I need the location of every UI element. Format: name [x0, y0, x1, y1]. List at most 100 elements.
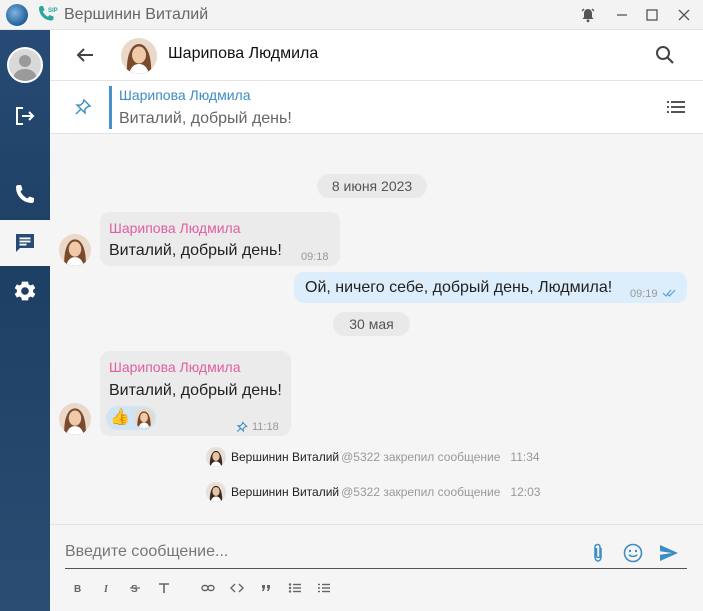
reaction-chip[interactable]: 👍 — [106, 406, 156, 430]
system-action: @5322 закрепил сообщение — [341, 485, 501, 499]
list-icon — [667, 101, 685, 113]
system-author: Вершинин Виталий — [231, 450, 340, 464]
minimize-button[interactable] — [612, 5, 632, 25]
minimize-icon — [617, 14, 627, 16]
sip-badge: SIP — [48, 8, 58, 14]
link-icon — [201, 584, 215, 592]
contact-avatar[interactable] — [121, 38, 157, 74]
contact-name: Шарипова Людмила — [168, 45, 319, 62]
maximize-icon — [646, 9, 658, 21]
sip-phone-icon: SIP — [36, 5, 58, 25]
system-time: 11:34 — [510, 450, 540, 464]
bold-icon: B — [74, 584, 81, 594]
message-time: 11:18 — [252, 421, 279, 433]
sender-avatar[interactable] — [59, 403, 91, 435]
message-text: Виталий, добрый день! — [109, 382, 282, 399]
emoji-button[interactable] — [622, 542, 644, 564]
system-avatar — [206, 482, 226, 502]
user-avatar-icon — [9, 49, 41, 81]
pinned-list-button[interactable] — [666, 98, 686, 116]
sidebar-item-calls[interactable] — [0, 171, 50, 217]
message-author: Шарипова Людмила — [109, 220, 241, 236]
outgoing-message[interactable]: Ой, ничего себе, добрый день, Людмила! 0… — [294, 272, 687, 303]
maximize-button[interactable] — [642, 5, 662, 25]
pinned-message-bar[interactable]: Шарипова Людмила Виталий, добрый день! — [50, 81, 703, 134]
system-action: @5322 закрепил сообщение — [341, 450, 501, 464]
system-time: 12:03 — [510, 485, 541, 499]
app-logo-icon — [6, 4, 28, 26]
code-icon — [230, 583, 244, 593]
logout-button[interactable] — [0, 93, 50, 139]
sidebar-item-chats[interactable] — [0, 220, 50, 266]
search-button[interactable] — [654, 44, 676, 66]
back-button[interactable] — [74, 44, 96, 66]
thumbs-up-icon: 👍 — [110, 409, 130, 426]
quote-button[interactable] — [259, 581, 273, 595]
italic-button[interactable]: I — [100, 581, 114, 595]
system-avatar — [206, 447, 226, 467]
title-bar: SIP Вершинин Виталий — [0, 0, 703, 30]
code-button[interactable] — [230, 581, 244, 595]
close-window-button[interactable] — [674, 5, 694, 25]
pin-icon — [236, 421, 248, 433]
close-icon — [678, 9, 690, 21]
message-input[interactable] — [65, 537, 635, 567]
logout-icon — [16, 107, 35, 125]
contact-photo-icon — [59, 234, 91, 266]
double-check-icon — [662, 289, 676, 297]
window-title: Вершинин Виталий — [64, 6, 209, 23]
incoming-message[interactable]: Шарипова Людмила Виталий, добрый день! 0… — [100, 212, 340, 266]
sidebar-item-settings[interactable] — [0, 268, 50, 314]
strikethrough-button[interactable]: S — [128, 581, 142, 595]
message-author: Шарипова Людмила — [109, 359, 241, 375]
date-separator: 30 мая — [333, 312, 410, 336]
contact-photo-icon — [121, 38, 157, 74]
date-separator: 8 июня 2023 — [317, 174, 427, 198]
numbered-list-icon — [318, 583, 330, 593]
system-author: Вершинин Виталий — [231, 485, 340, 499]
send-button[interactable] — [658, 542, 680, 564]
search-icon — [656, 46, 674, 64]
sender-avatar[interactable] — [59, 234, 91, 266]
system-message: Вершинин Виталий @5322 закрепил сообщени… — [206, 481, 540, 503]
svg-text:S: S — [131, 584, 138, 594]
smiley-icon — [623, 543, 643, 563]
reactor-avatar — [134, 408, 154, 428]
pinned-author: Шарипова Людмила — [119, 87, 251, 103]
chat-header: Шарипова Людмила — [50, 30, 703, 81]
message-time: 09:19 — [630, 288, 658, 300]
pin-icon — [74, 98, 92, 116]
text-style-icon — [159, 583, 169, 593]
system-message: Вершинин Виталий @5322 закрепил сообщени… — [206, 446, 540, 468]
gear-icon — [14, 281, 36, 301]
bullet-list-button[interactable] — [288, 581, 302, 595]
chat-icon — [16, 234, 34, 252]
message-text: Виталий, добрый день! — [109, 242, 282, 259]
svg-text:B: B — [74, 584, 81, 594]
numbered-list-button[interactable] — [317, 581, 331, 595]
bold-button[interactable]: B — [71, 581, 85, 595]
text-style-button[interactable] — [157, 581, 171, 595]
arrow-left-icon — [76, 48, 93, 62]
send-icon — [660, 545, 678, 561]
message-composer: B I S — [50, 524, 703, 611]
italic-icon: I — [103, 584, 109, 594]
strikethrough-icon: S — [130, 584, 140, 594]
pinned-text: Виталий, добрый день! — [119, 110, 292, 127]
message-text: Ой, ничего себе, добрый день, Людмила! — [305, 279, 613, 296]
bullet-list-icon — [288, 583, 301, 593]
contact-photo-icon — [59, 403, 91, 435]
notification-bell-button[interactable] — [578, 5, 598, 25]
input-underline — [65, 568, 687, 569]
svg-text:I: I — [103, 584, 109, 594]
quote-icon — [262, 585, 270, 591]
pinned-accent-bar — [109, 86, 112, 129]
phone-icon — [16, 185, 34, 203]
attach-button[interactable] — [587, 542, 609, 564]
bell-icon — [581, 8, 595, 23]
link-button[interactable] — [201, 581, 215, 595]
sidebar — [0, 30, 50, 611]
paperclip-icon — [594, 543, 602, 562]
user-avatar-button[interactable] — [7, 47, 43, 83]
message-time: 09:18 — [301, 251, 329, 263]
